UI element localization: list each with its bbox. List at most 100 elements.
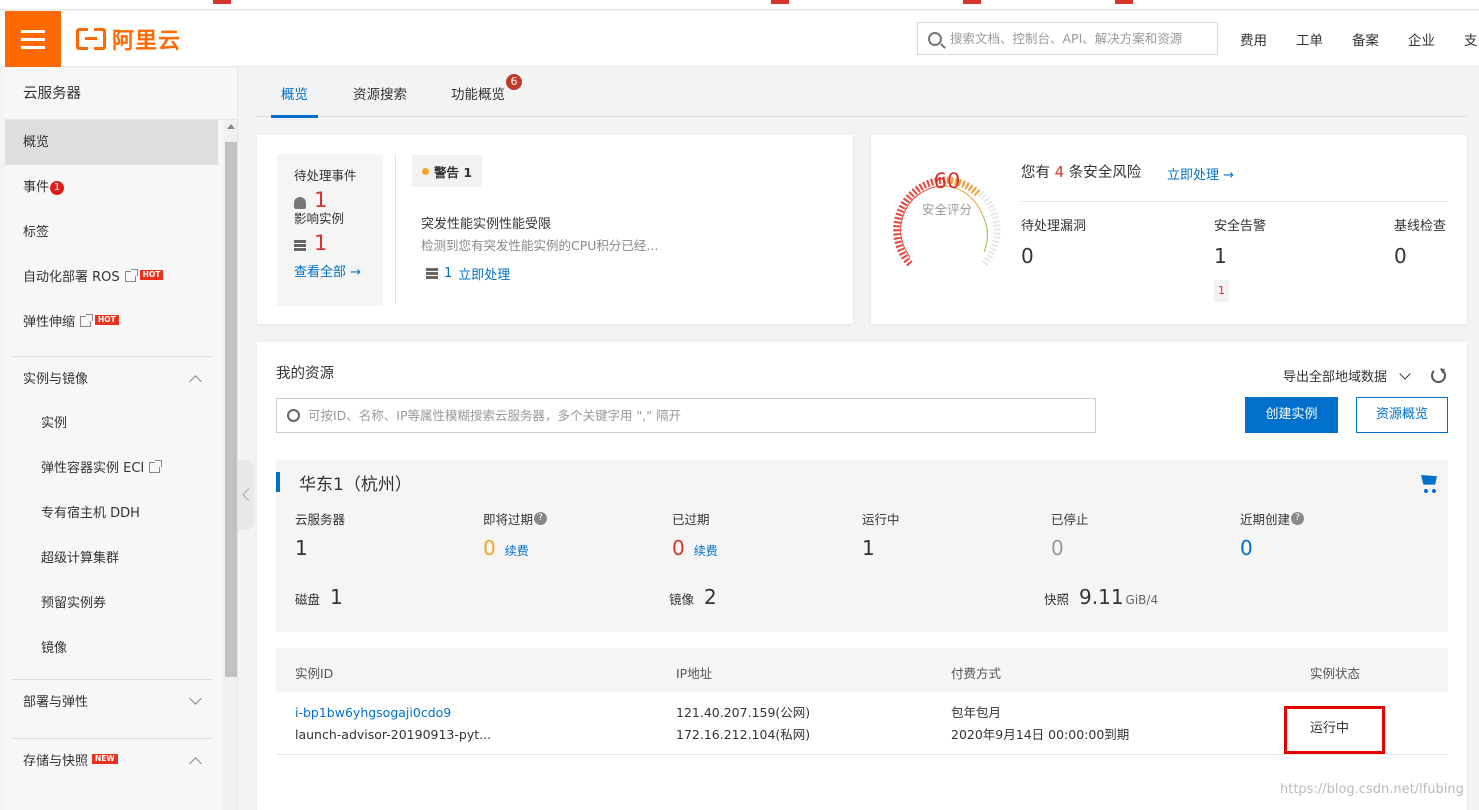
tab-overview[interactable]: 概览: [271, 68, 318, 118]
security-score-label: 安全评分: [921, 202, 972, 217]
tab-feature-overview[interactable]: 功能概览: [451, 68, 505, 117]
sidebar-item-tags[interactable]: 标签: [5, 210, 218, 255]
chevron-down-icon: [1399, 367, 1411, 380]
pending-events-card: 待处理事件 1 影响实例 1 查看全部 → 警告 1 突发性能实例性能受限 检测…: [257, 135, 853, 324]
sidebar-item-autoscaling[interactable]: 弹性伸缩 HOT: [5, 300, 218, 345]
help-icon[interactable]: ?: [534, 512, 548, 525]
alert-stat[interactable]: 安全告警 1: [1214, 215, 1266, 268]
table-header: 实例ID IP地址 付费方式 实例状态: [276, 648, 1448, 692]
chevron-down-icon: [189, 692, 202, 705]
event-title: 突发性能实例性能受限: [421, 217, 552, 232]
security-score: 60: [933, 169, 961, 193]
sidebar-item-label: 实例: [41, 416, 68, 431]
disk-value: 1: [330, 585, 343, 609]
event-instance-count: 1: [444, 266, 453, 281]
table-row[interactable]: i-bp1bw6yhgsogaji0cdo9 launch-advisor-20…: [276, 692, 1448, 755]
nav-enterprise[interactable]: 企业: [1408, 29, 1435, 49]
sidebar-item-ros[interactable]: 自动化部署 ROS HOT: [5, 255, 218, 300]
sidebar-group-label: 实例与镜像: [23, 372, 89, 387]
service-title: 云服务器: [5, 68, 237, 120]
tab-marker: [771, 0, 789, 4]
sidebar-item-overview[interactable]: 概览: [5, 120, 218, 165]
vuln-stat[interactable]: 待处理漏洞 0: [1021, 215, 1086, 268]
aliyun-logo[interactable]: 阿里云: [76, 25, 181, 54]
billing-type: 包年包月: [951, 705, 1002, 720]
stat-value: 0: [1051, 536, 1064, 560]
nav-filing[interactable]: 备案: [1352, 29, 1379, 49]
view-all-link[interactable]: 查看全部 →: [294, 261, 361, 280]
sidebar-item-eci[interactable]: 弹性容器实例 ECI: [5, 446, 218, 491]
sidebar-item-instance[interactable]: 实例: [5, 401, 218, 446]
stat-label: 已过期: [672, 512, 710, 527]
region-panel: 华东1（杭州） 云服务器 1 即将过期? 0 续费 已过期 0 续费 运行中 1 已…: [276, 460, 1448, 632]
hot-tag: HOT: [139, 270, 164, 280]
resource-overview-button[interactable]: 资源概览: [1356, 397, 1448, 433]
cart-wheel: [1424, 489, 1428, 493]
global-search-input[interactable]: [950, 31, 1215, 46]
expire-date: 2020年9月14日 00:00:00到期: [951, 727, 1130, 742]
stat-value: 0: [672, 536, 685, 560]
sidebar: 云服务器 概览 事件 1 标签 自动化部署 ROS HOT 弹性伸缩 HOT 实例与镜…: [5, 68, 238, 810]
alert-value: 1: [1214, 244, 1227, 268]
stat-expiring[interactable]: 即将过期? 0 续费: [483, 509, 548, 560]
stat-servers[interactable]: 云服务器 1: [295, 509, 345, 560]
sidebar-item-images[interactable]: 镜像: [5, 626, 218, 671]
risk-handle-link[interactable]: 立即处理 →: [1167, 164, 1234, 183]
my-resources-card: 我的资源 导出全部地域数据 创建实例 资源概览 华东1（杭州） 云服务器 1 即…: [257, 342, 1467, 810]
nav-support[interactable]: 支: [1464, 29, 1478, 49]
image-stat[interactable]: 镜像 2: [669, 585, 717, 609]
renew-link[interactable]: 续费: [505, 542, 529, 559]
event-action: 1 立即处理: [426, 264, 510, 283]
help-icon[interactable]: ?: [1291, 512, 1305, 525]
cart-icon[interactable]: [1421, 475, 1437, 485]
col-instance-id: 实例ID: [295, 666, 334, 681]
instance-id-link[interactable]: i-bp1bw6yhgsogaji0cdo9: [295, 705, 451, 720]
status-highlight-box: 运行中: [1284, 706, 1385, 754]
snapshot-stat[interactable]: 快照 9.11 GiB/4: [1044, 585, 1158, 609]
tab-marker: [213, 0, 231, 4]
sidebar-group-instances[interactable]: 实例与镜像: [12, 356, 212, 401]
tab-resource-search[interactable]: 资源搜索: [353, 68, 407, 117]
security-card: 60 安全评分 您有 4 条安全风险 立即处理 → 待处理漏洞 0 安全告警 1…: [871, 135, 1467, 324]
handle-now-link[interactable]: 立即处理: [458, 264, 510, 283]
global-search[interactable]: [917, 22, 1218, 55]
browser-tab-strip: [0, 0, 1479, 10]
scroll-up-icon[interactable]: [227, 124, 235, 129]
menu-icon[interactable]: [5, 11, 61, 67]
warning-chip[interactable]: 警告 1: [412, 155, 483, 187]
create-instance-button[interactable]: 创建实例: [1245, 397, 1338, 433]
nav-billing[interactable]: 费用: [1240, 29, 1267, 49]
cart-wheel: [1432, 489, 1436, 493]
baseline-stat[interactable]: 基线检查 0: [1394, 215, 1446, 268]
sidebar-group-storage[interactable]: 存储与快照 NEW: [12, 738, 212, 783]
external-link-icon: [124, 269, 138, 282]
export-label: 导出全部地域数据: [1283, 370, 1388, 385]
chevron-up-icon: [189, 375, 202, 388]
renew-link[interactable]: 续费: [694, 542, 718, 559]
stat-recent[interactable]: 近期创建? 0: [1240, 509, 1305, 560]
sidebar-group-deploy[interactable]: 部署与弹性: [12, 679, 212, 724]
resource-search-input[interactable]: [308, 408, 1068, 423]
sidebar-item-ddh[interactable]: 专有宿主机 DDH: [5, 491, 218, 536]
sidebar-item-events[interactable]: 事件 1: [5, 165, 218, 210]
tab-marker: [1115, 0, 1133, 4]
tab-marker: [963, 0, 981, 4]
sidebar-item-scc[interactable]: 超级计算集群: [5, 536, 218, 581]
sidebar-scrollbar[interactable]: [223, 120, 237, 810]
stat-expired[interactable]: 已过期 0 续费: [672, 509, 718, 560]
instance-cell: i-bp1bw6yhgsogaji0cdo9 launch-advisor-20…: [295, 702, 491, 746]
scrollbar-thumb[interactable]: [225, 142, 237, 677]
instance-table: 实例ID IP地址 付费方式 实例状态 i-bp1bw6yhgsogaji0cd…: [276, 648, 1448, 755]
disk-stat[interactable]: 磁盘 1: [295, 585, 343, 609]
stat-running[interactable]: 运行中 1: [862, 509, 900, 560]
logo-mark-icon: [76, 26, 106, 52]
vuln-label: 待处理漏洞: [1021, 219, 1087, 234]
resource-search[interactable]: [276, 398, 1096, 433]
refresh-icon[interactable]: [1431, 368, 1446, 383]
nav-tickets[interactable]: 工单: [1296, 29, 1323, 49]
stat-value: 1: [862, 536, 875, 560]
stat-stopped[interactable]: 已停止 0: [1051, 509, 1089, 560]
export-dropdown[interactable]: 导出全部地域数据: [1283, 366, 1411, 385]
sidebar-collapse-handle[interactable]: [238, 460, 254, 530]
sidebar-item-reserved[interactable]: 预留实例券: [5, 581, 218, 626]
